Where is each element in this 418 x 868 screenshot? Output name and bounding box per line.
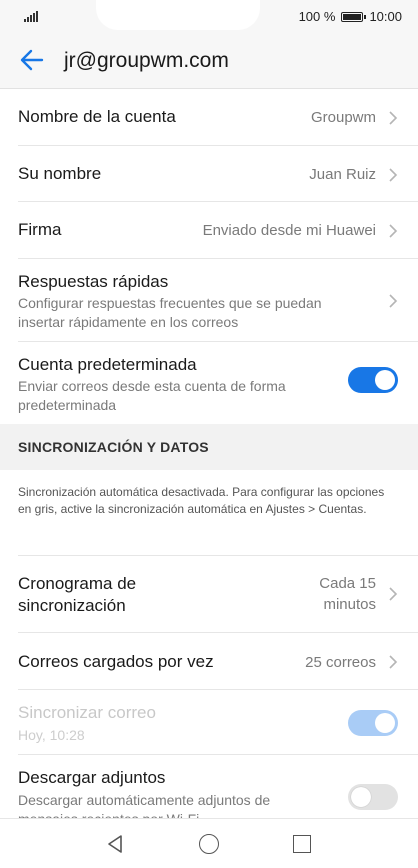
signature-label: Firma bbox=[18, 220, 62, 239]
chevron-right-icon bbox=[389, 294, 398, 308]
settings-list[interactable]: Nombre de la cuenta Groupwm Su nombre Ju… bbox=[0, 89, 418, 818]
triangle-back-icon[interactable] bbox=[105, 834, 125, 854]
default-account-row[interactable]: Cuenta predeterminada Enviar correos des… bbox=[18, 342, 418, 424]
arrow-left-icon[interactable] bbox=[18, 46, 46, 74]
signature-row[interactable]: Firma Enviado desde mi Huawei bbox=[18, 202, 418, 259]
chevron-right-icon bbox=[389, 111, 398, 125]
sync-section-title: SINCRONIZACIÓN Y DATOS bbox=[18, 439, 209, 455]
your-name-row[interactable]: Su nombre Juan Ruiz bbox=[18, 146, 418, 202]
default-account-description: Enviar correos desde esta cuenta de form… bbox=[18, 378, 286, 413]
download-attachments-label: Descargar adjuntos bbox=[18, 768, 166, 787]
status-right: 100 % 10:00 bbox=[299, 9, 402, 24]
your-name-value: Juan Ruiz bbox=[309, 166, 376, 183]
battery-percent: 100 % bbox=[298, 9, 336, 24]
default-account-label: Cuenta predeterminada bbox=[18, 355, 197, 374]
account-name-label: Nombre de la cuenta bbox=[18, 107, 176, 126]
camera-notch bbox=[96, 0, 260, 30]
quick-responses-description: Configurar respuestas frecuentes que se … bbox=[18, 295, 322, 330]
chevron-right-icon bbox=[389, 587, 398, 601]
status-bar: 100 % 10:00 bbox=[0, 0, 418, 34]
download-attachments-toggle[interactable] bbox=[348, 784, 398, 810]
emails-per-load-row[interactable]: Correos cargados por vez 25 correos bbox=[18, 633, 418, 690]
clock: 10:00 bbox=[369, 9, 402, 24]
page-title: jr@groupwm.com bbox=[64, 49, 229, 72]
emails-per-load-value: 25 correos bbox=[305, 654, 376, 671]
default-account-toggle[interactable] bbox=[348, 367, 398, 393]
emails-per-load-label: Correos cargados por vez bbox=[18, 652, 214, 671]
sync-mail-label: Sincronizar correo bbox=[18, 703, 156, 722]
app-bar: jr@groupwm.com bbox=[0, 34, 418, 89]
navigation-bar bbox=[0, 818, 418, 868]
quick-responses-label: Respuestas rápidas bbox=[18, 272, 169, 291]
sync-mail-last-sync: Hoy, 10:28 bbox=[18, 727, 85, 743]
account-name-row[interactable]: Nombre de la cuenta Groupwm bbox=[18, 89, 418, 146]
sync-schedule-row[interactable]: Cronograma de sincronización Cada 15 min… bbox=[18, 556, 418, 633]
account-name-value: Groupwm bbox=[310, 109, 376, 126]
sync-mail-toggle bbox=[348, 710, 398, 736]
chevron-right-icon bbox=[389, 655, 398, 669]
signal-icon bbox=[24, 11, 38, 22]
signature-value: Enviado desde mi Huawei bbox=[202, 222, 376, 239]
sync-note: Sincronización automática desactivada. P… bbox=[18, 470, 418, 556]
sync-schedule-label: Cronograma de sincronización bbox=[18, 574, 137, 615]
download-attachments-row[interactable]: Descargar adjuntos Descargar automáticam… bbox=[18, 755, 418, 818]
sync-mail-row: Sincronizar correo Hoy, 10:28 bbox=[18, 690, 418, 755]
sync-note-text: Sincronización automática desactivada. P… bbox=[18, 485, 385, 516]
sync-section-header: SINCRONIZACIÓN Y DATOS bbox=[0, 424, 418, 470]
quick-responses-row[interactable]: Respuestas rápidas Configurar respuestas… bbox=[18, 259, 418, 342]
square-recent-icon[interactable] bbox=[293, 835, 311, 853]
circle-home-icon[interactable] bbox=[199, 834, 219, 854]
sync-schedule-value: Cada 15 minutos bbox=[319, 575, 376, 613]
chevron-right-icon bbox=[389, 224, 398, 238]
battery-icon bbox=[341, 11, 367, 22]
chevron-right-icon bbox=[389, 168, 398, 182]
download-attachments-description: Descargar automáticamente adjuntos de me… bbox=[18, 792, 271, 818]
your-name-label: Su nombre bbox=[18, 164, 102, 183]
